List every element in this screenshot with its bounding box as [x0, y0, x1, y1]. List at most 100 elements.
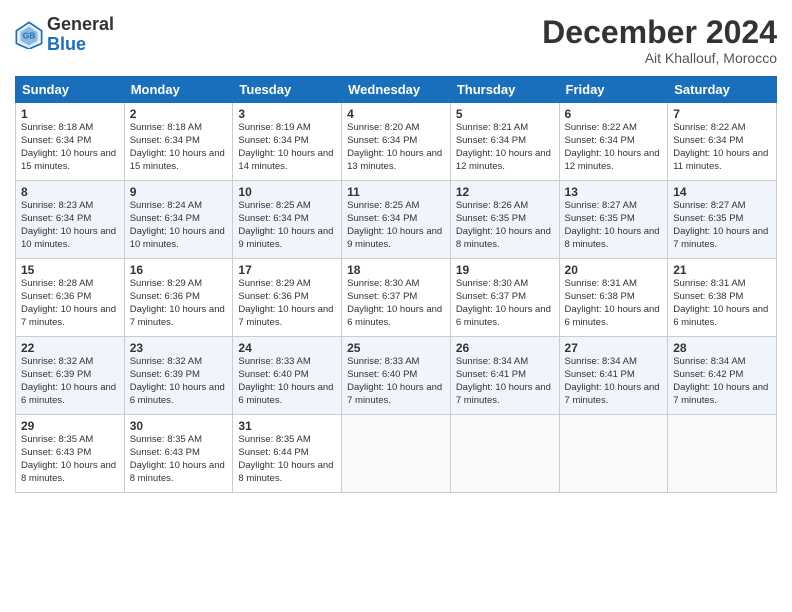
day-number: 17 [238, 263, 336, 277]
day-info: Sunrise: 8:35 AMSunset: 6:43 PMDaylight:… [130, 434, 225, 483]
day-info: Sunrise: 8:23 AMSunset: 6:34 PMDaylight:… [21, 200, 116, 249]
day-number: 21 [673, 263, 771, 277]
calendar-cell [342, 415, 451, 493]
day-number: 13 [565, 185, 663, 199]
calendar-cell: 3 Sunrise: 8:19 AMSunset: 6:34 PMDayligh… [233, 103, 342, 181]
day-number: 30 [130, 419, 228, 433]
day-number: 16 [130, 263, 228, 277]
day-number: 28 [673, 341, 771, 355]
calendar-cell: 5 Sunrise: 8:21 AMSunset: 6:34 PMDayligh… [450, 103, 559, 181]
calendar-cell: 25 Sunrise: 8:33 AMSunset: 6:40 PMDaylig… [342, 337, 451, 415]
day-info: Sunrise: 8:18 AMSunset: 6:34 PMDaylight:… [130, 122, 225, 171]
day-info: Sunrise: 8:33 AMSunset: 6:40 PMDaylight:… [238, 356, 333, 405]
day-info: Sunrise: 8:29 AMSunset: 6:36 PMDaylight:… [238, 278, 333, 327]
page-header: GB General Blue December 2024 Ait Khallo… [15, 15, 777, 66]
day-header-thursday: Thursday [450, 77, 559, 103]
day-info: Sunrise: 8:33 AMSunset: 6:40 PMDaylight:… [347, 356, 442, 405]
day-info: Sunrise: 8:26 AMSunset: 6:35 PMDaylight:… [456, 200, 551, 249]
day-number: 20 [565, 263, 663, 277]
day-info: Sunrise: 8:21 AMSunset: 6:34 PMDaylight:… [456, 122, 551, 171]
calendar-cell [450, 415, 559, 493]
location: Ait Khallouf, Morocco [542, 50, 777, 66]
day-info: Sunrise: 8:32 AMSunset: 6:39 PMDaylight:… [130, 356, 225, 405]
calendar-cell: 22 Sunrise: 8:32 AMSunset: 6:39 PMDaylig… [16, 337, 125, 415]
calendar-cell: 29 Sunrise: 8:35 AMSunset: 6:43 PMDaylig… [16, 415, 125, 493]
calendar-cell: 28 Sunrise: 8:34 AMSunset: 6:42 PMDaylig… [668, 337, 777, 415]
day-info: Sunrise: 8:19 AMSunset: 6:34 PMDaylight:… [238, 122, 333, 171]
calendar-cell: 9 Sunrise: 8:24 AMSunset: 6:34 PMDayligh… [124, 181, 233, 259]
calendar-week-row: 15 Sunrise: 8:28 AMSunset: 6:36 PMDaylig… [16, 259, 777, 337]
title-section: December 2024 Ait Khallouf, Morocco [542, 15, 777, 66]
day-number: 24 [238, 341, 336, 355]
calendar-cell: 2 Sunrise: 8:18 AMSunset: 6:34 PMDayligh… [124, 103, 233, 181]
day-number: 15 [21, 263, 119, 277]
calendar-week-row: 8 Sunrise: 8:23 AMSunset: 6:34 PMDayligh… [16, 181, 777, 259]
logo-icon: GB [15, 21, 43, 49]
day-info: Sunrise: 8:25 AMSunset: 6:34 PMDaylight:… [347, 200, 442, 249]
day-info: Sunrise: 8:32 AMSunset: 6:39 PMDaylight:… [21, 356, 116, 405]
day-info: Sunrise: 8:34 AMSunset: 6:41 PMDaylight:… [456, 356, 551, 405]
day-header-monday: Monday [124, 77, 233, 103]
calendar-cell: 14 Sunrise: 8:27 AMSunset: 6:35 PMDaylig… [668, 181, 777, 259]
calendar-cell: 18 Sunrise: 8:30 AMSunset: 6:37 PMDaylig… [342, 259, 451, 337]
day-number: 27 [565, 341, 663, 355]
day-number: 18 [347, 263, 445, 277]
calendar-cell: 24 Sunrise: 8:33 AMSunset: 6:40 PMDaylig… [233, 337, 342, 415]
day-number: 8 [21, 185, 119, 199]
day-info: Sunrise: 8:30 AMSunset: 6:37 PMDaylight:… [347, 278, 442, 327]
calendar-cell: 20 Sunrise: 8:31 AMSunset: 6:38 PMDaylig… [559, 259, 668, 337]
day-number: 14 [673, 185, 771, 199]
day-number: 2 [130, 107, 228, 121]
calendar-cell: 11 Sunrise: 8:25 AMSunset: 6:34 PMDaylig… [342, 181, 451, 259]
calendar-cell: 23 Sunrise: 8:32 AMSunset: 6:39 PMDaylig… [124, 337, 233, 415]
calendar-cell: 8 Sunrise: 8:23 AMSunset: 6:34 PMDayligh… [16, 181, 125, 259]
logo: GB General Blue [15, 15, 114, 55]
calendar-cell: 15 Sunrise: 8:28 AMSunset: 6:36 PMDaylig… [16, 259, 125, 337]
calendar-cell: 12 Sunrise: 8:26 AMSunset: 6:35 PMDaylig… [450, 181, 559, 259]
day-info: Sunrise: 8:34 AMSunset: 6:41 PMDaylight:… [565, 356, 660, 405]
day-info: Sunrise: 8:34 AMSunset: 6:42 PMDaylight:… [673, 356, 768, 405]
calendar-table: SundayMondayTuesdayWednesdayThursdayFrid… [15, 76, 777, 493]
calendar-cell: 27 Sunrise: 8:34 AMSunset: 6:41 PMDaylig… [559, 337, 668, 415]
day-info: Sunrise: 8:35 AMSunset: 6:44 PMDaylight:… [238, 434, 333, 483]
day-number: 11 [347, 185, 445, 199]
calendar-cell: 7 Sunrise: 8:22 AMSunset: 6:34 PMDayligh… [668, 103, 777, 181]
day-number: 23 [130, 341, 228, 355]
day-info: Sunrise: 8:27 AMSunset: 6:35 PMDaylight:… [565, 200, 660, 249]
day-info: Sunrise: 8:24 AMSunset: 6:34 PMDaylight:… [130, 200, 225, 249]
day-info: Sunrise: 8:18 AMSunset: 6:34 PMDaylight:… [21, 122, 116, 171]
logo-general: General [47, 15, 114, 35]
logo-blue: Blue [47, 35, 114, 55]
calendar-cell: 19 Sunrise: 8:30 AMSunset: 6:37 PMDaylig… [450, 259, 559, 337]
calendar-cell: 10 Sunrise: 8:25 AMSunset: 6:34 PMDaylig… [233, 181, 342, 259]
calendar-header-row: SundayMondayTuesdayWednesdayThursdayFrid… [16, 77, 777, 103]
calendar-week-row: 1 Sunrise: 8:18 AMSunset: 6:34 PMDayligh… [16, 103, 777, 181]
calendar-cell: 13 Sunrise: 8:27 AMSunset: 6:35 PMDaylig… [559, 181, 668, 259]
day-number: 22 [21, 341, 119, 355]
day-header-friday: Friday [559, 77, 668, 103]
day-number: 29 [21, 419, 119, 433]
day-info: Sunrise: 8:25 AMSunset: 6:34 PMDaylight:… [238, 200, 333, 249]
calendar-cell: 17 Sunrise: 8:29 AMSunset: 6:36 PMDaylig… [233, 259, 342, 337]
month-title: December 2024 [542, 15, 777, 50]
day-info: Sunrise: 8:27 AMSunset: 6:35 PMDaylight:… [673, 200, 768, 249]
day-info: Sunrise: 8:35 AMSunset: 6:43 PMDaylight:… [21, 434, 116, 483]
day-info: Sunrise: 8:22 AMSunset: 6:34 PMDaylight:… [673, 122, 768, 171]
day-info: Sunrise: 8:31 AMSunset: 6:38 PMDaylight:… [565, 278, 660, 327]
day-number: 12 [456, 185, 554, 199]
day-number: 19 [456, 263, 554, 277]
calendar-week-row: 22 Sunrise: 8:32 AMSunset: 6:39 PMDaylig… [16, 337, 777, 415]
day-info: Sunrise: 8:29 AMSunset: 6:36 PMDaylight:… [130, 278, 225, 327]
calendar-cell [559, 415, 668, 493]
calendar-cell: 26 Sunrise: 8:34 AMSunset: 6:41 PMDaylig… [450, 337, 559, 415]
day-number: 6 [565, 107, 663, 121]
day-number: 5 [456, 107, 554, 121]
calendar-cell: 1 Sunrise: 8:18 AMSunset: 6:34 PMDayligh… [16, 103, 125, 181]
calendar-cell: 4 Sunrise: 8:20 AMSunset: 6:34 PMDayligh… [342, 103, 451, 181]
day-number: 4 [347, 107, 445, 121]
calendar-cell [668, 415, 777, 493]
calendar-cell: 16 Sunrise: 8:29 AMSunset: 6:36 PMDaylig… [124, 259, 233, 337]
day-info: Sunrise: 8:30 AMSunset: 6:37 PMDaylight:… [456, 278, 551, 327]
day-header-saturday: Saturday [668, 77, 777, 103]
calendar-cell: 21 Sunrise: 8:31 AMSunset: 6:38 PMDaylig… [668, 259, 777, 337]
